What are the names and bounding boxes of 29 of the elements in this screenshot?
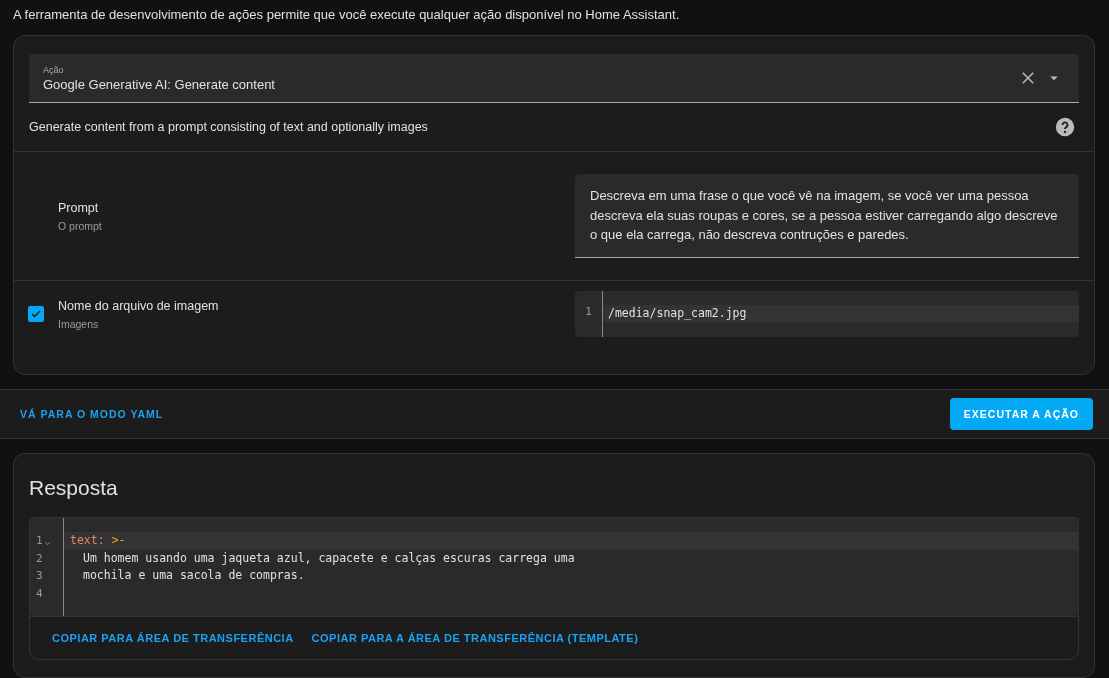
line-number: 1: [584, 305, 593, 318]
help-icon[interactable]: [1055, 117, 1075, 137]
line-number: 2: [36, 551, 43, 565]
line-number: 4: [36, 586, 43, 600]
code-line: Um homem usando uma jaqueta azul, capacete e calças escuras carrega uma: [83, 550, 575, 565]
checkbox[interactable]: [28, 306, 44, 322]
field-value: Google Generative AI: Generate content: [43, 76, 276, 92]
field-label: Ação: [43, 64, 65, 75]
response-title: Resposta: [28, 475, 119, 501]
close-icon[interactable]: [1019, 69, 1037, 87]
field-name: Prompt: [58, 200, 100, 215]
line-number: 1: [36, 534, 43, 548]
intro-text: A ferramenta de desenvolvimento de ações permite que você execute qualquer ação disponível no Home Assistant.: [12, 6, 681, 24]
field-name: Nome do arquivo de imagem: [58, 298, 220, 313]
code-editor[interactable]: 1 /media/snap_cam2.jpg: [575, 291, 1079, 337]
prompt-field[interactable]: Descreva em uma frase o que você vê na imagem, se você ver uma pessoa descreva ela suas roupas e cores, se a pessoa estiver carregando algo descreve o que ela carrega, não descreva contruções e paredes.: [575, 174, 1079, 258]
copy-button[interactable]: COPIAR PARA ÁREA DE TRANSFERÊNCIA: [52, 632, 294, 644]
check-icon: [30, 307, 42, 321]
yaml-indicator: >-: [111, 533, 126, 547]
action-select-field[interactable]: Ação Google Generative AI: Generate content: [29, 54, 1079, 103]
service-description: Generate content from a prompt consisting of text and optionally images: [29, 120, 428, 134]
field-hint: O prompt: [58, 219, 103, 232]
copy-button[interactable]: COPIAR PARA A ÁREA DE TRANSFERÊNCIA (TEMPLATE): [311, 632, 639, 644]
line-number: 3: [36, 569, 43, 583]
code-line: mochila e uma sacola de compras.: [83, 568, 305, 582]
yaml-mode-link[interactable]: VÁ PARA O MODO YAML: [20, 408, 164, 420]
yaml-key: text:: [70, 533, 105, 547]
field-hint: Imagens: [58, 317, 100, 330]
fold-chevron-icon[interactable]: [44, 539, 52, 547]
